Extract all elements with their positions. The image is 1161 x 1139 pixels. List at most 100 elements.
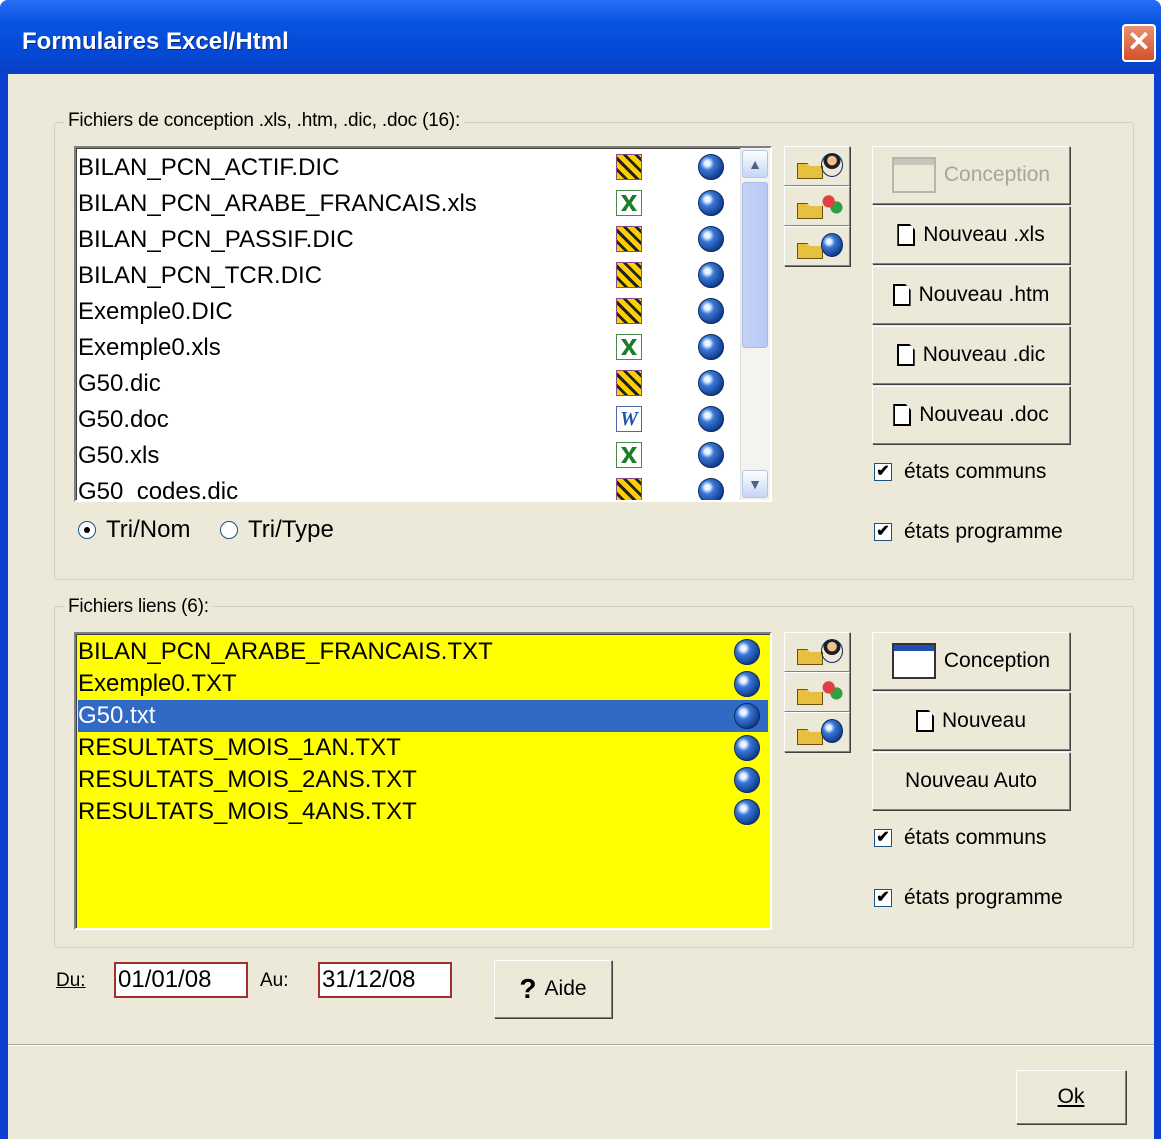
design-file-name: G50_codes.dic xyxy=(78,478,239,502)
design-program-states-checkbox[interactable]: ✔ états programme xyxy=(874,520,1063,544)
checkbox-box[interactable]: ✔ xyxy=(874,463,892,481)
folder-icon xyxy=(797,649,823,665)
design-file-row[interactable]: BILAN_PCN_ACTIF.DIC xyxy=(78,150,738,186)
new-file-icon xyxy=(892,284,911,306)
folder-icon xyxy=(797,689,823,705)
design-files-list[interactable]: BILAN_PCN_ACTIF.DIC BILAN_PCN_ARABE_FRANC… xyxy=(74,146,772,502)
design-file-row[interactable]: G50.xls xyxy=(78,438,738,474)
globe-icon xyxy=(698,478,724,500)
sort-by-type-radio[interactable]: Tri/Type xyxy=(220,516,334,544)
new-doc-button[interactable]: Nouveau .doc xyxy=(872,386,1070,444)
globe-icon xyxy=(821,719,843,743)
form-design-icon xyxy=(891,643,936,679)
help-button[interactable]: ? Aide xyxy=(494,960,612,1018)
design-files-group-label: Fichiers de conception .xls, .htm, .dic,… xyxy=(64,110,465,132)
link-files-list[interactable]: BILAN_PCN_ARABE_FRANCAIS.TXT Exemple0.TXT… xyxy=(74,632,772,930)
link-common-states-checkbox[interactable]: ✔ états communs xyxy=(874,826,1046,850)
new-file-icon xyxy=(915,710,934,732)
tools-icon xyxy=(616,298,642,324)
globe-icon xyxy=(698,298,724,324)
open-folder-design-button[interactable] xyxy=(784,146,850,186)
globe-icon xyxy=(698,370,724,396)
design-file-name: Exemple0.xls xyxy=(78,334,221,361)
checkbox-box[interactable]: ✔ xyxy=(874,523,892,541)
open-folder-users-button[interactable] xyxy=(784,186,850,226)
link-file-row[interactable]: BILAN_PCN_ARABE_FRANCAIS.TXT xyxy=(78,636,768,668)
link-file-row[interactable]: G50.txt xyxy=(77,699,769,733)
new-xls-button[interactable]: Nouveau .xls xyxy=(872,206,1070,264)
design-conception-button[interactable]: Conception xyxy=(872,146,1070,204)
new-dic-button[interactable]: Nouveau .dic xyxy=(872,326,1070,384)
design-file-row[interactable]: G50.dic xyxy=(78,366,738,402)
design-file-row[interactable]: G50_codes.dic xyxy=(78,474,738,502)
to-date-label: Au: xyxy=(260,970,289,991)
tools-icon xyxy=(616,154,642,180)
folder-icon xyxy=(797,163,823,179)
design-file-name: BILAN_PCN_ACTIF.DIC xyxy=(78,154,340,181)
to-date-input[interactable]: 31/12/08 xyxy=(318,962,452,998)
design-file-name: BILAN_PCN_ARABE_FRANCAIS.xls xyxy=(78,190,477,217)
scroll-thumb[interactable] xyxy=(742,182,768,348)
link-file-name: RESULTATS_MOIS_2ANS.TXT xyxy=(78,766,417,793)
globe-icon xyxy=(821,233,843,257)
tools-icon xyxy=(616,226,642,252)
design-file-name: BILAN_PCN_PASSIF.DIC xyxy=(78,226,354,253)
person-icon xyxy=(821,639,843,663)
close-button[interactable]: ✕ xyxy=(1122,24,1156,62)
from-date-input[interactable]: 01/01/08 xyxy=(114,962,248,998)
link-file-row[interactable]: Exemple0.TXT xyxy=(78,668,768,700)
design-file-row[interactable]: BILAN_PCN_ARABE_FRANCAIS.xls xyxy=(78,186,738,222)
dialog-client-area: Fichiers de conception .xls, .htm, .dic,… xyxy=(8,74,1154,1139)
link-program-states-checkbox[interactable]: ✔ états programme xyxy=(874,886,1063,910)
link-new-auto-button[interactable]: Nouveau Auto xyxy=(872,752,1070,810)
link-files-group-label: Fichiers liens (6): xyxy=(64,596,213,618)
checkbox-box[interactable]: ✔ xyxy=(874,889,892,907)
design-file-name: Exemple0.DIC xyxy=(78,298,233,325)
link-conception-button[interactable]: Conception xyxy=(872,632,1070,690)
excel-icon xyxy=(616,190,642,216)
ok-button[interactable]: Ok xyxy=(1016,1070,1126,1124)
sort-by-name-radio[interactable]: Tri/Nom xyxy=(78,516,190,544)
design-file-row[interactable]: BILAN_PCN_PASSIF.DIC xyxy=(78,222,738,258)
radio-dot[interactable] xyxy=(78,521,96,539)
window-title: Formulaires Excel/Html xyxy=(22,28,289,55)
scroll-down-button[interactable]: ▼ xyxy=(742,470,768,498)
design-file-row[interactable]: G50.doc W xyxy=(78,402,738,438)
design-file-row[interactable]: BILAN_PCN_TCR.DIC xyxy=(78,258,738,294)
link-new-button[interactable]: Nouveau xyxy=(872,692,1070,750)
link-file-name: BILAN_PCN_ARABE_FRANCAIS.TXT xyxy=(78,638,493,665)
radio-dot[interactable] xyxy=(220,521,238,539)
link-file-row[interactable]: RESULTATS_MOIS_1AN.TXT xyxy=(78,732,768,764)
design-file-row[interactable]: Exemple0.DIC xyxy=(78,294,738,330)
open-folder-link-web-button[interactable] xyxy=(784,712,850,752)
users-icon xyxy=(821,679,843,703)
tools-icon xyxy=(616,370,642,396)
folder-icon xyxy=(797,729,823,745)
globe-icon xyxy=(698,154,724,180)
title-bar[interactable]: Formulaires Excel/Html ✕ xyxy=(0,0,1161,74)
person-icon xyxy=(821,153,843,177)
design-file-name: BILAN_PCN_TCR.DIC xyxy=(78,262,323,289)
globe-icon xyxy=(698,334,724,360)
checkbox-box[interactable]: ✔ xyxy=(874,829,892,847)
word-icon: W xyxy=(616,406,642,432)
open-folder-link-users-button[interactable] xyxy=(784,672,850,712)
design-file-name: G50.xls xyxy=(78,442,160,469)
globe-icon xyxy=(734,799,760,825)
link-file-name: RESULTATS_MOIS_1AN.TXT xyxy=(78,734,401,761)
new-htm-button[interactable]: Nouveau .htm xyxy=(872,266,1070,324)
from-date-label: Du: xyxy=(56,970,86,991)
design-files-scrollbar[interactable]: ▲ ▼ xyxy=(740,148,770,500)
globe-icon xyxy=(698,442,724,468)
design-common-states-checkbox[interactable]: ✔ états communs xyxy=(874,460,1046,484)
new-file-icon xyxy=(896,344,915,366)
scroll-up-button[interactable]: ▲ xyxy=(742,150,768,178)
open-folder-web-button[interactable] xyxy=(784,226,850,266)
open-folder-link-button[interactable] xyxy=(784,632,850,672)
link-file-row[interactable]: RESULTATS_MOIS_2ANS.TXT xyxy=(78,764,768,796)
new-file-icon xyxy=(893,404,912,426)
link-file-name: G50.txt xyxy=(78,702,156,729)
link-file-row[interactable]: RESULTATS_MOIS_4ANS.TXT xyxy=(78,796,768,828)
design-file-name: G50.doc xyxy=(78,406,169,433)
design-file-row[interactable]: Exemple0.xls xyxy=(78,330,738,366)
